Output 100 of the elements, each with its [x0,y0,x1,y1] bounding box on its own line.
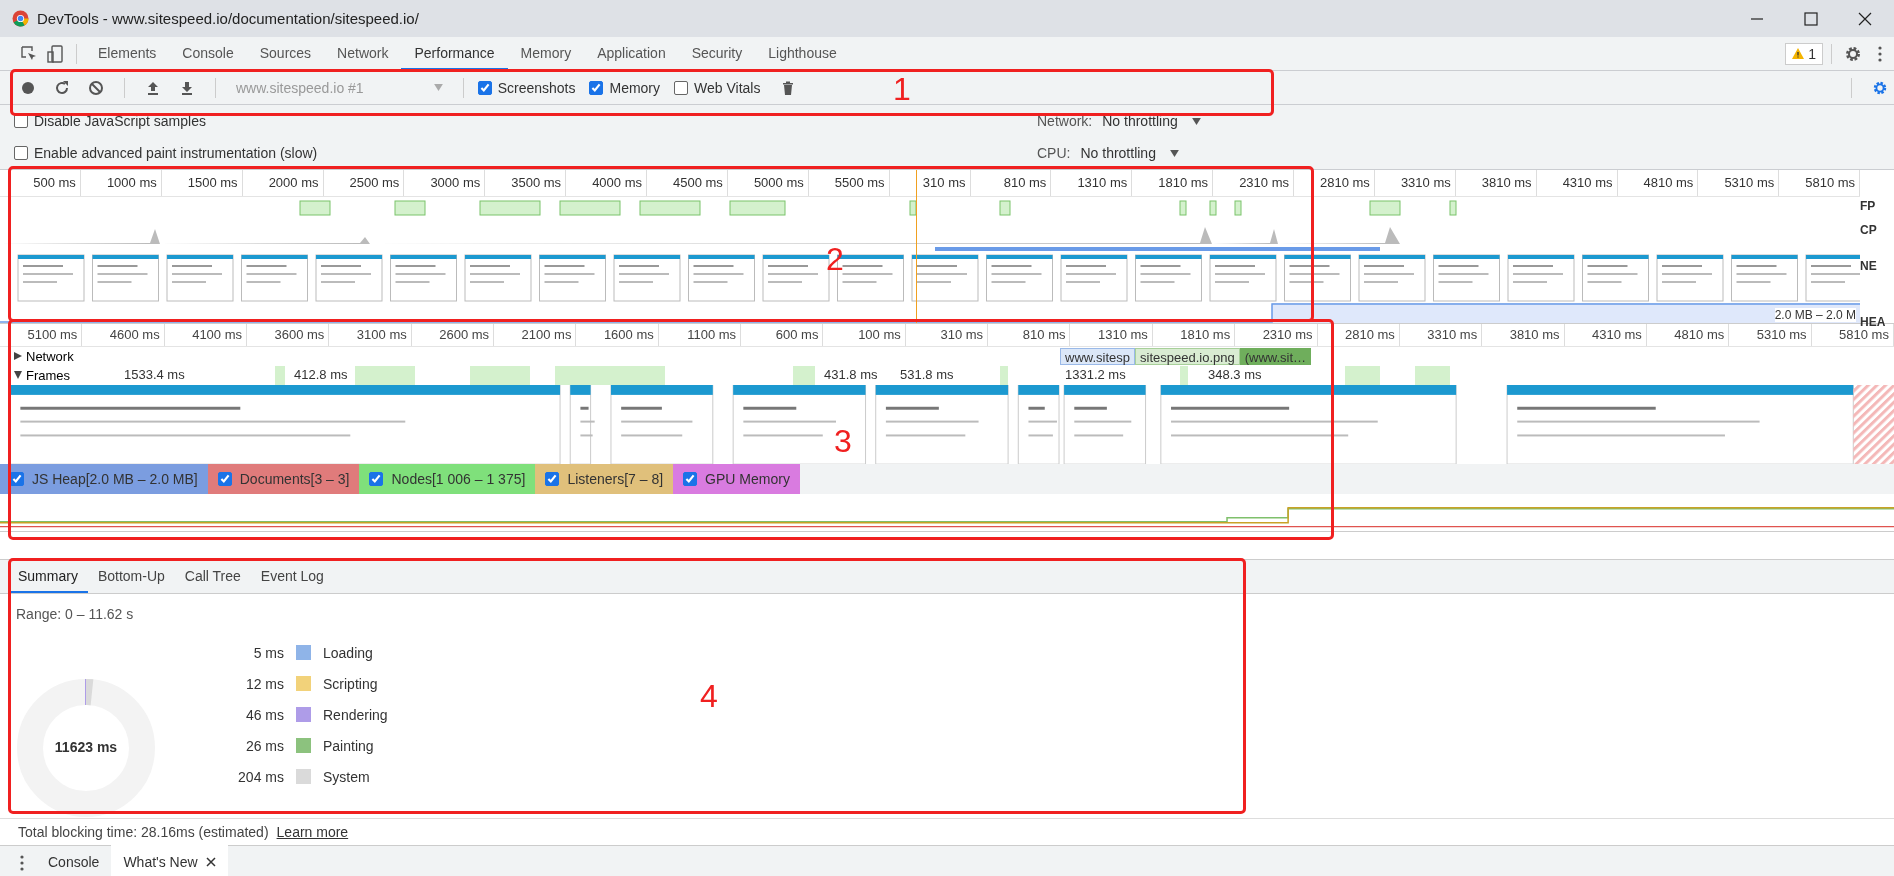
panel-tab[interactable]: Lighthouse [755,37,850,70]
panel-tab[interactable]: Application [584,37,679,70]
time-tick-label: 5810 ms [1779,170,1861,196]
network-throttling-select[interactable]: No throttling [1102,113,1201,129]
counter-label: JS Heap[2.0 MB – 2.0 MB] [32,471,198,488]
annotation-number: 1 [893,73,911,105]
time-tick-label: 2810 ms [1317,324,1400,346]
drawer-tab-label: Console [48,854,100,870]
time-tick-label: 2310 ms [1235,324,1318,346]
category-name: System [323,768,370,785]
network-request-bar[interactable]: (www.sit… [1239,348,1312,365]
time-tick-label: 1500 ms [161,170,243,196]
time-tick-label: 4810 ms [1617,170,1699,196]
time-tick-label: 3600 ms [247,324,330,346]
time-tick-label: 3310 ms [1399,324,1483,346]
time-tick-label: 4310 ms [1536,170,1618,196]
time-tick-label: 2310 ms [1213,170,1294,196]
category-time: 5 ms [252,644,284,661]
time-tick-label: 2100 ms [494,324,577,346]
annotation-number: 4 [700,680,718,712]
time-tick-label: 1310 ms [1070,324,1153,346]
time-tick-label: 1810 ms [1132,170,1214,196]
checkbox-label: Enable advanced paint instrumentation (slow) [34,145,318,161]
time-tick-label: 1000 ms [80,170,162,196]
counter-label: Nodes[1 006 – 1 375] [391,471,526,488]
summary-tab[interactable]: Call Tree [174,560,251,593]
checkbox-label: Screenshots [497,79,576,96]
time-tick-label: 3310 ms [1374,170,1456,196]
time-tick-label: 1600 ms [576,324,659,346]
network-request-bar[interactable]: sitespeed.io.png [1135,348,1240,365]
panel-tab[interactable]: Performance [401,37,508,70]
time-tick-label: 1310 ms [1051,170,1133,196]
time-tick-label: 5500 ms [808,170,890,196]
time-tick-label: 5310 ms [1729,324,1812,346]
counter-label: Documents[3 – 3] [239,471,350,488]
track-label: CP [1860,222,1878,238]
time-tick-label: 600 ms [741,324,824,346]
warning-badge[interactable]: 1 [1785,42,1823,65]
time-tick-label: 1100 ms [658,324,742,346]
summary-tab[interactable]: Event Log [250,560,334,593]
time-tick-label: 4000 ms [566,170,647,196]
track-header[interactable]: Network [0,348,78,364]
time-tick-label: 4600 ms [82,324,165,346]
panel-tab[interactable]: Memory [507,37,585,70]
annotation-number: 3 [834,425,852,457]
learn-more-link[interactable]: Learn more [276,824,349,840]
counter-legend[interactable]: JS Heap[2.0 MB – 2.0 MB] [0,463,208,495]
time-tick-label: 4100 ms [164,324,248,346]
cpu-throttling-select[interactable]: No throttling [1080,145,1179,161]
checkbox-label: Memory [609,79,661,96]
heap-reading: 2.0 MB – 2.0 M [1774,308,1856,322]
summary-tab[interactable]: Summary [8,560,88,593]
drawer-tab[interactable]: What's New [111,845,228,876]
time-tick-label: 310 ms [905,324,989,346]
counter-label: Listeners[7 – 8] [567,471,664,488]
category-name: Painting [323,737,374,754]
drawer-tab[interactable]: Console [36,845,112,876]
time-tick-label: 2600 ms [411,324,495,346]
category-name: Rendering [323,706,388,723]
time-tick-label: 5100 ms [0,324,83,346]
panel-tab[interactable]: Security [678,37,756,70]
time-tick-label: 3000 ms [404,170,486,196]
warning-count: 1 [1808,45,1816,62]
track-header[interactable]: Frames [0,367,75,383]
time-tick-label: 2500 ms [323,170,405,196]
summary-tab[interactable]: Bottom-Up [87,560,175,593]
network-request-bar[interactable]: www.sitesp [1060,348,1136,365]
panel-tab[interactable]: Sources [246,37,325,70]
checkbox-label: Disable JavaScript samples [34,113,206,129]
time-tick-label: 500 ms [0,170,81,196]
category-name: Loading [323,644,373,661]
range-label: Range: 0 – 11.62 s [16,606,135,622]
time-tick-label: 2000 ms [242,170,324,196]
counter-legend[interactable]: Listeners[7 – 8] [535,463,674,495]
time-tick-label: 810 ms [970,170,1052,196]
network-label: Network: [1037,113,1093,129]
counter-legend[interactable]: GPU Memory [673,463,800,495]
time-tick-label: 3810 ms [1455,170,1537,196]
time-tick-label: 5000 ms [727,170,809,196]
category-time: 26 ms [244,737,284,754]
annotation-number: 2 [826,243,844,275]
time-tick-label: 810 ms [988,324,1071,346]
time-tick-label: 5310 ms [1698,170,1780,196]
panel-tab[interactable]: Elements [85,37,170,70]
time-tick-label: 1810 ms [1152,324,1236,346]
counter-legend[interactable]: Documents[3 – 3] [207,463,360,495]
time-tick-label: 3810 ms [1482,324,1565,346]
counter-label: GPU Memory [705,471,790,488]
panel-tab[interactable]: Console [169,37,247,70]
category-time: 46 ms [244,706,284,723]
cpu-label: CPU: [1037,145,1071,161]
counter-legend[interactable]: Nodes[1 006 – 1 375] [359,463,536,495]
category-time: 12 ms [244,675,284,692]
checkbox-label: Web Vitals [694,79,761,96]
drawer-tab-label: What's New [123,854,198,870]
panel-tab[interactable]: Network [324,37,402,70]
time-tick-label: 4810 ms [1646,324,1730,346]
time-tick-label: 100 ms [823,324,906,346]
track-label: FP [1860,198,1877,214]
track-label: NE [1860,258,1878,274]
